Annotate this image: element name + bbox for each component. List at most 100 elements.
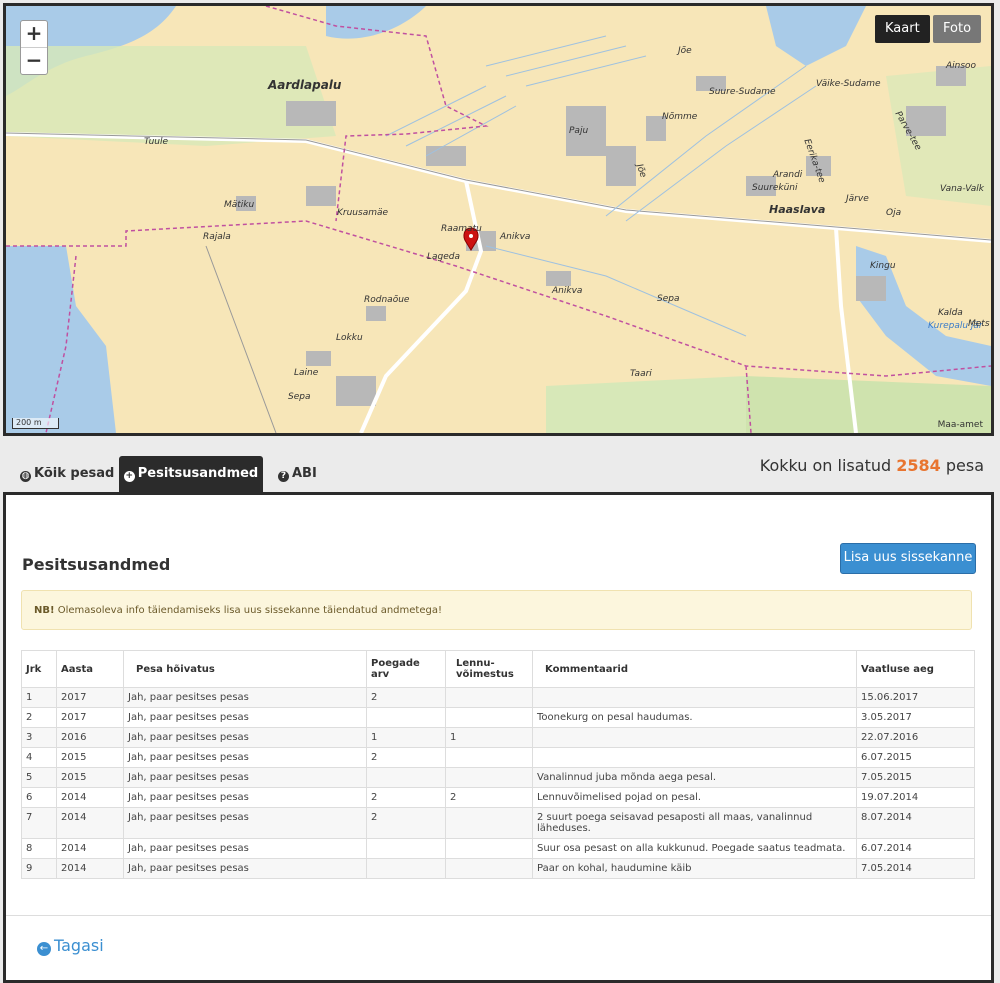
cell-komm: Lennuvõimelised pojad on pesal. [532,787,857,808]
col-poegade[interactable]: Poegade arv [366,650,446,688]
cell-hoivatus: Jah, paar pesitses pesas [123,687,367,708]
cell-hoivatus: Jah, paar pesitses pesas [123,807,367,839]
tab-label: Kõik pesad [34,466,115,481]
globe-icon: ◍ [20,471,31,482]
tab-nesting-data[interactable]: + Pesitsusandmed [119,456,263,493]
map-label: Arandi [773,170,803,180]
map-label: Mets [968,319,990,329]
cell-jrk: 1 [21,687,57,708]
map-canvas[interactable] [6,6,991,433]
cell-jrk: 6 [21,787,57,808]
total-count: Kokku on lisatud 2584 pesa [760,456,984,475]
cell-hoivatus: Jah, paar pesitses pesas [123,858,367,879]
cell-aasta: 2016 [56,727,124,748]
cell-komm: Paar on kohal, haudumine käib [532,858,857,879]
arrow-left-circle-icon: ← [37,942,51,956]
map-label: Sepa [288,392,311,402]
table-row: 5 2015 Jah, paar pesitses pesas Vanalinnud … [21,767,975,788]
cell-poegade: 2 [366,687,446,708]
cell-poegade [366,838,446,859]
cell-lennu [445,687,533,708]
plus-circle-icon: + [123,471,135,482]
table-row: 6 2014 Jah, paar pesitses pesas 2 2 Lennuvõim… [21,787,975,808]
map-label: Tuule [144,137,169,147]
cell-komm: Toonekurg on pesal haudumas. [532,707,857,728]
cell-aasta: 2014 [56,787,124,808]
cell-lennu [445,838,533,859]
col-kommentaarid[interactable]: Kommentaarid [532,650,857,688]
map-layer-button[interactable]: Kaart [875,15,930,43]
cell-aasta: 2015 [56,767,124,788]
cell-jrk: 2 [21,707,57,728]
cell-aasta: 2017 [56,707,124,728]
col-hoivatus[interactable]: Pesa hõivatus [123,650,367,688]
cell-aasta: 2015 [56,747,124,768]
map-label: Mätiku [224,200,255,210]
map-label: Oja [886,208,902,218]
cell-jrk: 5 [21,767,57,788]
table-header-row: Jrk Aasta Pesa hõivatus Poegade arv Lenn… [21,650,975,688]
map-label: Jõe [678,46,692,56]
question-circle-icon: ? [278,471,289,482]
cell-aeg: 15.06.2017 [856,687,975,708]
tab-label: Pesitsusandmed [137,466,259,481]
cell-lennu: 1 [445,727,533,748]
photo-layer-button[interactable]: Foto [933,15,982,43]
map-label: Taari [630,369,652,379]
cell-aasta: 2014 [56,838,124,859]
tab-all-nests[interactable]: ◍ Kõik pesad [20,456,114,493]
map-label: Suureküni [752,183,798,193]
nesting-data-panel: Pesitsusandmed Lisa uus sissekanne NB! O… [3,492,994,983]
table-row: 9 2014 Jah, paar pesitses pesas Paar on koh… [21,858,975,879]
table-row: 4 2015 Jah, paar pesitses pesas 2 6.07.2015 [21,747,975,768]
info-alert: NB! Olemasoleva info täiendamiseks lisa … [21,590,972,630]
total-prefix: Kokku on lisatud [759,456,892,475]
cell-poegade: 1 [366,727,446,748]
cell-lennu: 2 [445,787,533,808]
cell-aeg: 7.05.2014 [856,858,975,879]
cell-aeg: 3.05.2017 [856,707,975,728]
map-label: Lageda [427,252,461,262]
col-vaatluse-aeg[interactable]: Vaatluse aeg [856,650,975,688]
map-attribution: Maa-amet [937,420,983,430]
cell-komm: Vanalinnud juba mõnda aega pesal. [532,767,857,788]
add-entry-button[interactable]: Lisa uus sissekanne [840,543,976,574]
cell-aeg: 6.07.2014 [856,838,975,859]
map-label: Ainsoo [946,61,977,71]
tab-help[interactable]: ? ABI [278,456,317,493]
zoom-in-button[interactable]: + [21,21,47,48]
table-row: 8 2014 Jah, paar pesitses pesas Suur osa pe… [21,838,975,859]
cell-poegade: 2 [366,787,446,808]
map-label: Sepa [657,294,680,304]
map-label: Lokku [336,333,363,343]
map-label: Kalda [938,308,963,318]
map-label: Rajala [203,232,231,242]
col-aasta[interactable]: Aasta [56,650,124,688]
map-label: Anikva [500,232,531,242]
cell-aeg: 6.07.2015 [856,747,975,768]
cell-lennu [445,858,533,879]
cell-lennu [445,707,533,728]
zoom-out-button[interactable]: − [21,48,47,74]
col-jrk[interactable]: Jrk [21,650,57,688]
cell-lennu [445,767,533,788]
green-area [6,46,336,146]
map-label: Nõmme [662,112,698,122]
scale-bar: 200 m [12,418,59,429]
back-link[interactable]: ← Tagasi [37,936,104,956]
table-row: 2 2017 Jah, paar pesitses pesas Toonekurg o… [21,707,975,728]
map-label: Rodnaõue [364,295,410,305]
zoom-control: + − [20,20,48,75]
cell-lennu [445,747,533,768]
total-suffix: pesa [945,456,984,475]
table-row: 7 2014 Jah, paar pesitses pesas 2 2 suurt po… [21,807,975,839]
cell-jrk: 9 [21,858,57,879]
map[interactable]: Aardlapalu Tuule Mätiku Rajala Kruusamäe… [3,3,994,436]
alert-bold: NB! [34,605,55,616]
back-label: Tagasi [54,936,104,955]
col-lennu[interactable]: Lennu-võimestus [445,650,533,688]
map-label: Suure-Sudame [709,87,776,97]
alert-text: Olemasoleva info täiendamiseks lisa uus … [57,605,442,616]
green-area-south [546,376,746,433]
cell-lennu [445,807,533,839]
